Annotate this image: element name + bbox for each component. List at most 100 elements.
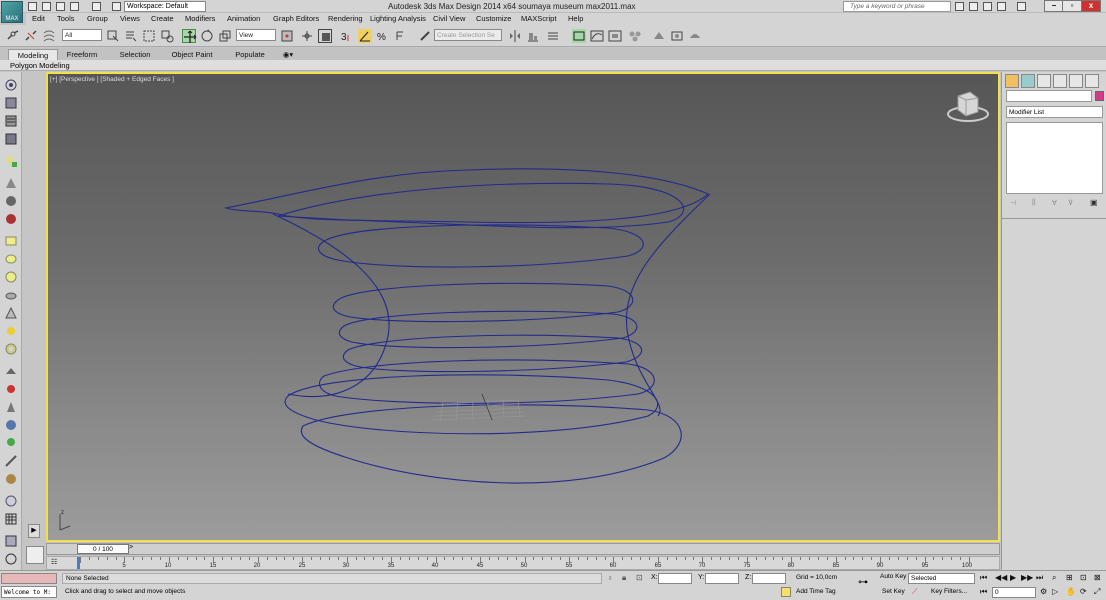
favorites-star-icon[interactable]	[997, 2, 1006, 11]
display-tab-icon[interactable]	[1069, 74, 1083, 88]
key-filters-button[interactable]: Key Filters...	[931, 588, 967, 595]
absolute-mode-icon[interactable]: ⊡	[636, 573, 643, 582]
tab-freeform[interactable]: Freeform	[62, 49, 102, 60]
render-setup-icon[interactable]	[652, 29, 666, 43]
torus-primitive-icon[interactable]	[4, 342, 18, 356]
orbit-icon[interactable]: ⟳	[1080, 587, 1087, 596]
show-end-result-icon[interactable]: ||	[1032, 199, 1036, 206]
foliage-icon[interactable]	[4, 436, 18, 450]
current-frame-field[interactable]: 0	[992, 587, 1036, 598]
next-frame-icon[interactable]: ▶▶	[1021, 573, 1033, 582]
zoom-extents-all-icon[interactable]: ⊠	[1094, 573, 1101, 582]
sun-light-icon[interactable]	[4, 324, 18, 338]
sphere-primitive-icon[interactable]	[4, 270, 18, 284]
mirror-icon[interactable]	[508, 29, 522, 43]
set-key-button[interactable]: Set Key	[882, 588, 905, 595]
helpers-icon[interactable]	[4, 176, 18, 190]
select-and-rotate-icon[interactable]	[200, 29, 214, 43]
perspective-viewport[interactable]: z [+] [Perspective ] [Shaded + Edged Fac…	[46, 72, 1000, 542]
rendered-frame-window-icon[interactable]	[670, 29, 684, 43]
zoom-all-icon[interactable]: ⊞	[1066, 573, 1073, 582]
add-time-tag-button[interactable]: Add Time Tag	[796, 588, 836, 595]
viewport-expand-arrow-icon[interactable]: ▶	[28, 524, 40, 538]
menu-lighting-analysis[interactable]: Lighting Analysis	[370, 14, 426, 23]
window-crossing-icon[interactable]	[160, 29, 174, 43]
particles-icon[interactable]	[4, 194, 18, 208]
z-coord-field[interactable]	[752, 573, 786, 584]
cone-primitive-icon[interactable]	[4, 306, 18, 320]
selection-lock-icon[interactable]: 🔒︎	[622, 573, 626, 583]
menu-animation[interactable]: Animation	[227, 14, 260, 23]
modifier-list-dropdown[interactable]: Modifier List	[1006, 106, 1103, 118]
pin-stack-icon[interactable]: ⊣	[1010, 199, 1016, 207]
menu-maxscript[interactable]: MAXScript	[521, 14, 556, 23]
align-icon[interactable]	[526, 29, 540, 43]
tab-object-paint[interactable]: Object Paint	[168, 49, 216, 60]
select-object-icon[interactable]	[106, 29, 120, 43]
time-slider[interactable]: 0 / 100 >	[46, 543, 1000, 555]
shapes-icon[interactable]	[4, 382, 18, 396]
time-slider-thumb[interactable]: 0 / 100	[77, 544, 129, 554]
configure-modifier-sets-icon[interactable]: ▣	[1090, 198, 1098, 207]
mini-listener-icon[interactable]	[26, 546, 44, 564]
schematic-view-icon[interactable]	[608, 29, 622, 43]
keyboard-shortcut-override-icon[interactable]	[318, 29, 332, 43]
manage-layers-icon[interactable]	[546, 29, 560, 43]
select-and-move-icon[interactable]	[182, 29, 197, 43]
set-key-icon[interactable]: ⟋	[912, 587, 918, 597]
maxscript-listener-input[interactable]	[1, 573, 57, 584]
pan-view-icon[interactable]: ✋	[1066, 587, 1076, 596]
spinner-snap-icon[interactable]	[394, 29, 408, 43]
go-to-end-icon[interactable]: ⏭	[1036, 573, 1043, 583]
help-icon[interactable]	[1017, 2, 1026, 11]
application-button[interactable]: MAX	[1, 1, 23, 23]
tab-selection[interactable]: Selection	[115, 49, 155, 60]
modify-tab-icon[interactable]	[1021, 74, 1035, 88]
key-mode-icon[interactable]: ⊶	[858, 577, 868, 588]
biped-icon[interactable]	[4, 400, 18, 414]
grid-helper-icon[interactable]	[4, 512, 18, 526]
motion-tab-icon[interactable]	[1053, 74, 1067, 88]
scene-explorer-icon[interactable]	[4, 96, 18, 110]
menu-views[interactable]: Views	[120, 14, 140, 23]
material-editor-icon[interactable]	[628, 29, 642, 43]
search-input[interactable]: Type a keyword or phrase	[843, 1, 951, 12]
undo-icon[interactable]	[70, 2, 79, 11]
hierarchy-tab-icon[interactable]	[1037, 74, 1051, 88]
percent-snap-icon[interactable]: %	[376, 29, 390, 43]
time-slider-next-icon[interactable]: >	[129, 544, 133, 551]
tab-modeling[interactable]: Modeling	[8, 49, 58, 60]
menu-civil-view[interactable]: Civil View	[433, 14, 465, 23]
space-warps-icon[interactable]	[4, 472, 18, 486]
modifier-stack[interactable]	[1006, 122, 1103, 194]
bind-space-warp-icon[interactable]	[42, 29, 56, 43]
menu-graph-editors[interactable]: Graph Editors	[273, 14, 319, 23]
ribbon-icon[interactable]	[4, 132, 18, 146]
zoom-extents-icon[interactable]: ⊡	[1080, 573, 1087, 582]
pivot-point-center-icon[interactable]	[280, 29, 294, 43]
time-tag-icon[interactable]	[781, 587, 791, 597]
bones-icon[interactable]	[4, 454, 18, 468]
communication-icon[interactable]	[983, 2, 992, 11]
open-file-icon[interactable]	[42, 2, 51, 11]
tab-populate[interactable]: Populate	[230, 49, 270, 60]
subscription-icon[interactable]	[969, 2, 978, 11]
menu-modifiers[interactable]: Modifiers	[185, 14, 215, 23]
polygon-modeling-panel[interactable]: Polygon Modeling	[10, 61, 70, 70]
snaps-toggle-icon[interactable]: 3	[340, 29, 354, 43]
previous-frame-icon[interactable]: ◀◀	[995, 573, 1007, 582]
viewport-info-icon[interactable]	[4, 552, 18, 566]
menu-rendering[interactable]: Rendering	[328, 14, 363, 23]
angle-snap-icon[interactable]	[358, 29, 372, 43]
maxscript-listener-output[interactable]: Welcome to M:	[1, 586, 57, 598]
unlink-icon[interactable]	[24, 29, 38, 43]
redo-icon[interactable]	[92, 2, 101, 11]
track-bar[interactable]: ☷ 5 10 15 20 25 30 35 40 45 50 55 60 65 …	[46, 556, 1000, 570]
curve-editor-icon[interactable]	[590, 29, 604, 43]
maximize-viewport-icon[interactable]: ⤢	[1094, 587, 1100, 597]
remove-modifier-icon[interactable]: ⊽	[1068, 199, 1073, 207]
workspace-dropdown[interactable]: Workspace: Default	[124, 1, 206, 12]
time-configuration-icon[interactable]: ⚙	[1040, 587, 1047, 596]
open-mini-curve-editor-icon[interactable]: ☷	[51, 558, 63, 568]
select-and-scale-icon[interactable]	[218, 29, 232, 43]
